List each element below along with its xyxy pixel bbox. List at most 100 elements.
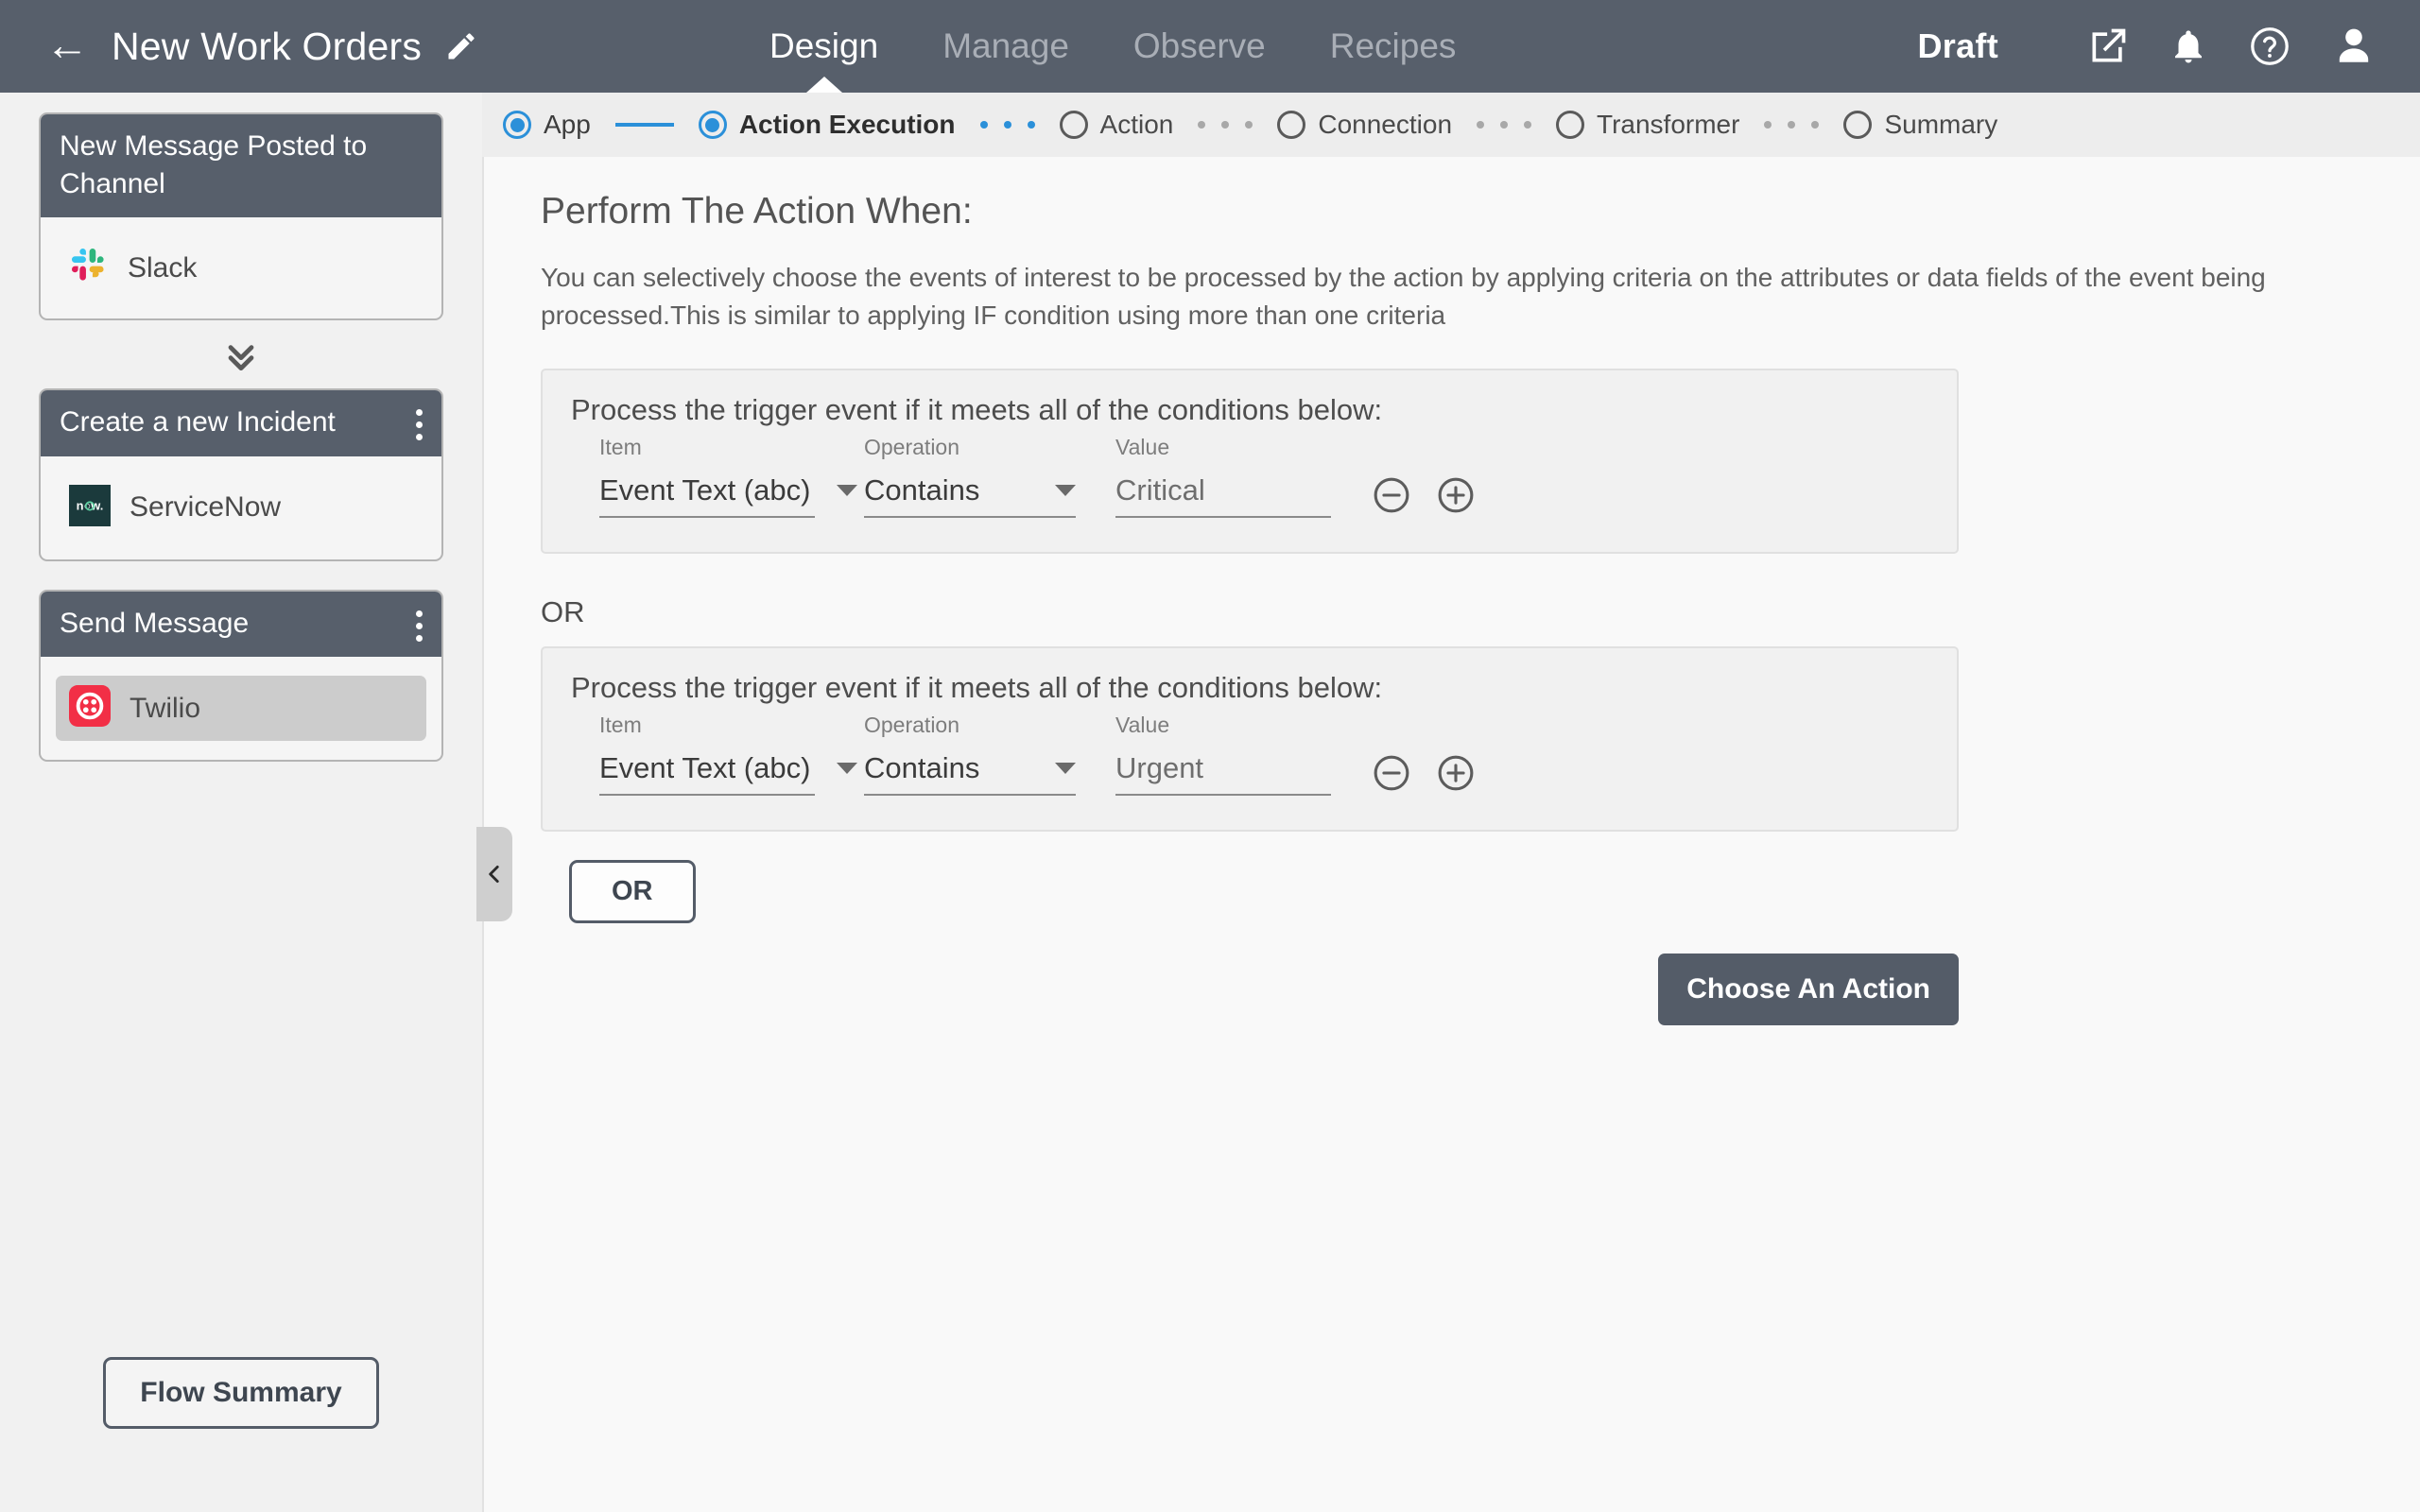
- condition-row-buttons: [1371, 752, 1477, 796]
- item-dropdown-value: Event Text (abc): [599, 750, 811, 784]
- item-field-label: Item: [599, 434, 642, 459]
- operation-dropdown-value: Contains: [864, 472, 980, 507]
- add-or-group-container: OR: [541, 859, 2420, 923]
- card-menu-kebab-icon[interactable]: [416, 404, 423, 441]
- app-name-label: Slack: [128, 251, 198, 284]
- or-separator-label: OR: [541, 594, 585, 628]
- header-left-group: ← New Work Orders: [0, 23, 478, 69]
- step-app[interactable]: App: [503, 110, 591, 140]
- main-content: Perform The Action When: You can selecti…: [482, 157, 2420, 1512]
- operation-field: Operation Contains: [864, 713, 1076, 796]
- flow-card-header: Create a new Incident: [41, 390, 441, 456]
- chevron-down-icon: [837, 762, 858, 774]
- circle-minus-icon[interactable]: [1371, 474, 1412, 516]
- twilio-logo-icon: [69, 685, 111, 731]
- circle-plus-icon[interactable]: [1435, 752, 1477, 794]
- circle-plus-icon[interactable]: [1435, 474, 1477, 516]
- step-transformer[interactable]: Transformer: [1556, 110, 1739, 140]
- chevron-left-icon: [489, 866, 499, 883]
- flow-summary-button[interactable]: Flow Summary: [103, 1357, 379, 1429]
- flow-card-title: Send Message: [60, 607, 250, 639]
- radio-filled-icon: [503, 111, 531, 139]
- flow-sidebar: New Message Posted to Channel Slack Crea…: [0, 93, 482, 1512]
- header-right-group: Draft: [1917, 0, 2377, 93]
- condition-group-2: Process the trigger event if it meets al…: [541, 645, 1959, 832]
- double-chevron-down-icon[interactable]: [0, 320, 482, 388]
- chevron-down-icon: [1055, 762, 1076, 774]
- radio-empty-icon: [1277, 111, 1306, 139]
- choose-an-action-button[interactable]: Choose An Action: [1658, 953, 1959, 1025]
- app-row-twilio[interactable]: Twilio: [56, 676, 426, 742]
- circle-minus-icon[interactable]: [1371, 752, 1412, 794]
- item-field-label: Item: [599, 712, 642, 737]
- item-dropdown-value: Event Text (abc): [599, 472, 811, 507]
- flow-card-title: New Message Posted to Channel: [60, 130, 368, 199]
- tab-manage[interactable]: Manage: [939, 0, 1073, 93]
- flow-card-header: New Message Posted to Channel: [41, 114, 441, 218]
- flow-card-body: Twilio: [41, 657, 441, 760]
- value-input[interactable]: Critical: [1115, 473, 1331, 518]
- choose-action-container: Choose An Action: [541, 953, 1959, 1025]
- app-name-label: Twilio: [130, 692, 201, 724]
- app-row-slack[interactable]: Slack: [56, 236, 426, 300]
- item-dropdown[interactable]: Event Text (abc): [599, 750, 858, 796]
- condition-group-1: Process the trigger event if it meets al…: [541, 368, 1959, 554]
- flow-card-body: n○w. ServiceNow: [41, 456, 441, 559]
- chevron-down-icon: [1055, 484, 1076, 496]
- flow-card-action-2[interactable]: Send Message Twilio: [39, 589, 443, 763]
- flow-card-header: Send Message: [41, 591, 441, 658]
- radio-empty-icon: [1843, 111, 1873, 139]
- bell-icon[interactable]: [2169, 26, 2208, 66]
- step-action-execution[interactable]: Action Execution: [698, 110, 956, 140]
- help-circle-icon[interactable]: [2248, 25, 2291, 68]
- section-title: Perform The Action When:: [541, 191, 973, 232]
- flow-summary-container: Flow Summary: [0, 1357, 482, 1429]
- status-badge: Draft: [1917, 26, 1998, 65]
- condition-row: Item Event Text (abc) Operation Contains…: [571, 435, 1928, 518]
- stepper-connector-dots: [1477, 121, 1532, 129]
- sidebar-collapse-handle[interactable]: [476, 827, 512, 921]
- step-action[interactable]: Action: [1059, 110, 1173, 140]
- app-row-servicenow[interactable]: n○w. ServiceNow: [56, 475, 426, 541]
- operation-dropdown[interactable]: Contains: [864, 751, 1076, 796]
- operation-field-label: Operation: [864, 712, 960, 737]
- slack-logo-icon: [69, 246, 109, 290]
- operation-dropdown-value: Contains: [864, 750, 980, 784]
- operation-field-label: Operation: [864, 434, 960, 459]
- tab-observe[interactable]: Observe: [1130, 0, 1270, 93]
- pencil-icon[interactable]: [444, 29, 478, 63]
- external-link-icon[interactable]: [2087, 26, 2129, 67]
- operation-field: Operation Contains: [864, 435, 1076, 518]
- flow-card-body: Slack: [41, 217, 441, 318]
- add-or-group-button[interactable]: OR: [569, 859, 696, 923]
- card-menu-kebab-icon[interactable]: [416, 605, 423, 642]
- value-field-label: Value: [1115, 434, 1170, 459]
- back-arrow-icon[interactable]: ←: [45, 23, 89, 66]
- tab-recipes[interactable]: Recipes: [1326, 0, 1461, 93]
- step-label: Action Execution: [738, 110, 956, 139]
- section-description: You can selectively choose the events of…: [541, 263, 2266, 330]
- value-field: Value Critical: [1115, 435, 1331, 518]
- radio-empty-icon: [1059, 111, 1088, 139]
- step-label: Connection: [1318, 110, 1453, 139]
- step-summary[interactable]: Summary: [1843, 110, 1997, 140]
- app-name-label: ServiceNow: [130, 491, 282, 524]
- stepper-connector-dots: [979, 121, 1035, 129]
- step-label: Summary: [1884, 110, 1998, 139]
- value-input-text: Critical: [1115, 472, 1205, 507]
- flow-card-action-1[interactable]: Create a new Incident n○w. ServiceNow: [39, 388, 443, 561]
- condition-group-heading: Process the trigger event if it meets al…: [571, 392, 1383, 426]
- servicenow-logo-icon: n○w.: [69, 484, 111, 531]
- user-avatar-icon[interactable]: [2331, 24, 2377, 69]
- operation-dropdown[interactable]: Contains: [864, 473, 1076, 518]
- stepper-connector-line: [614, 123, 674, 127]
- app-header: ← New Work Orders Design Manage Observe …: [0, 0, 2420, 93]
- step-connection[interactable]: Connection: [1277, 110, 1452, 140]
- value-field: Value Urgent: [1115, 713, 1331, 796]
- item-dropdown[interactable]: Event Text (abc): [599, 472, 858, 518]
- flow-card-trigger[interactable]: New Message Posted to Channel Slack: [39, 112, 443, 321]
- tab-design[interactable]: Design: [766, 0, 882, 93]
- stepper-connector-dots: [1764, 121, 1820, 129]
- radio-empty-icon: [1556, 111, 1585, 139]
- value-input[interactable]: Urgent: [1115, 751, 1331, 796]
